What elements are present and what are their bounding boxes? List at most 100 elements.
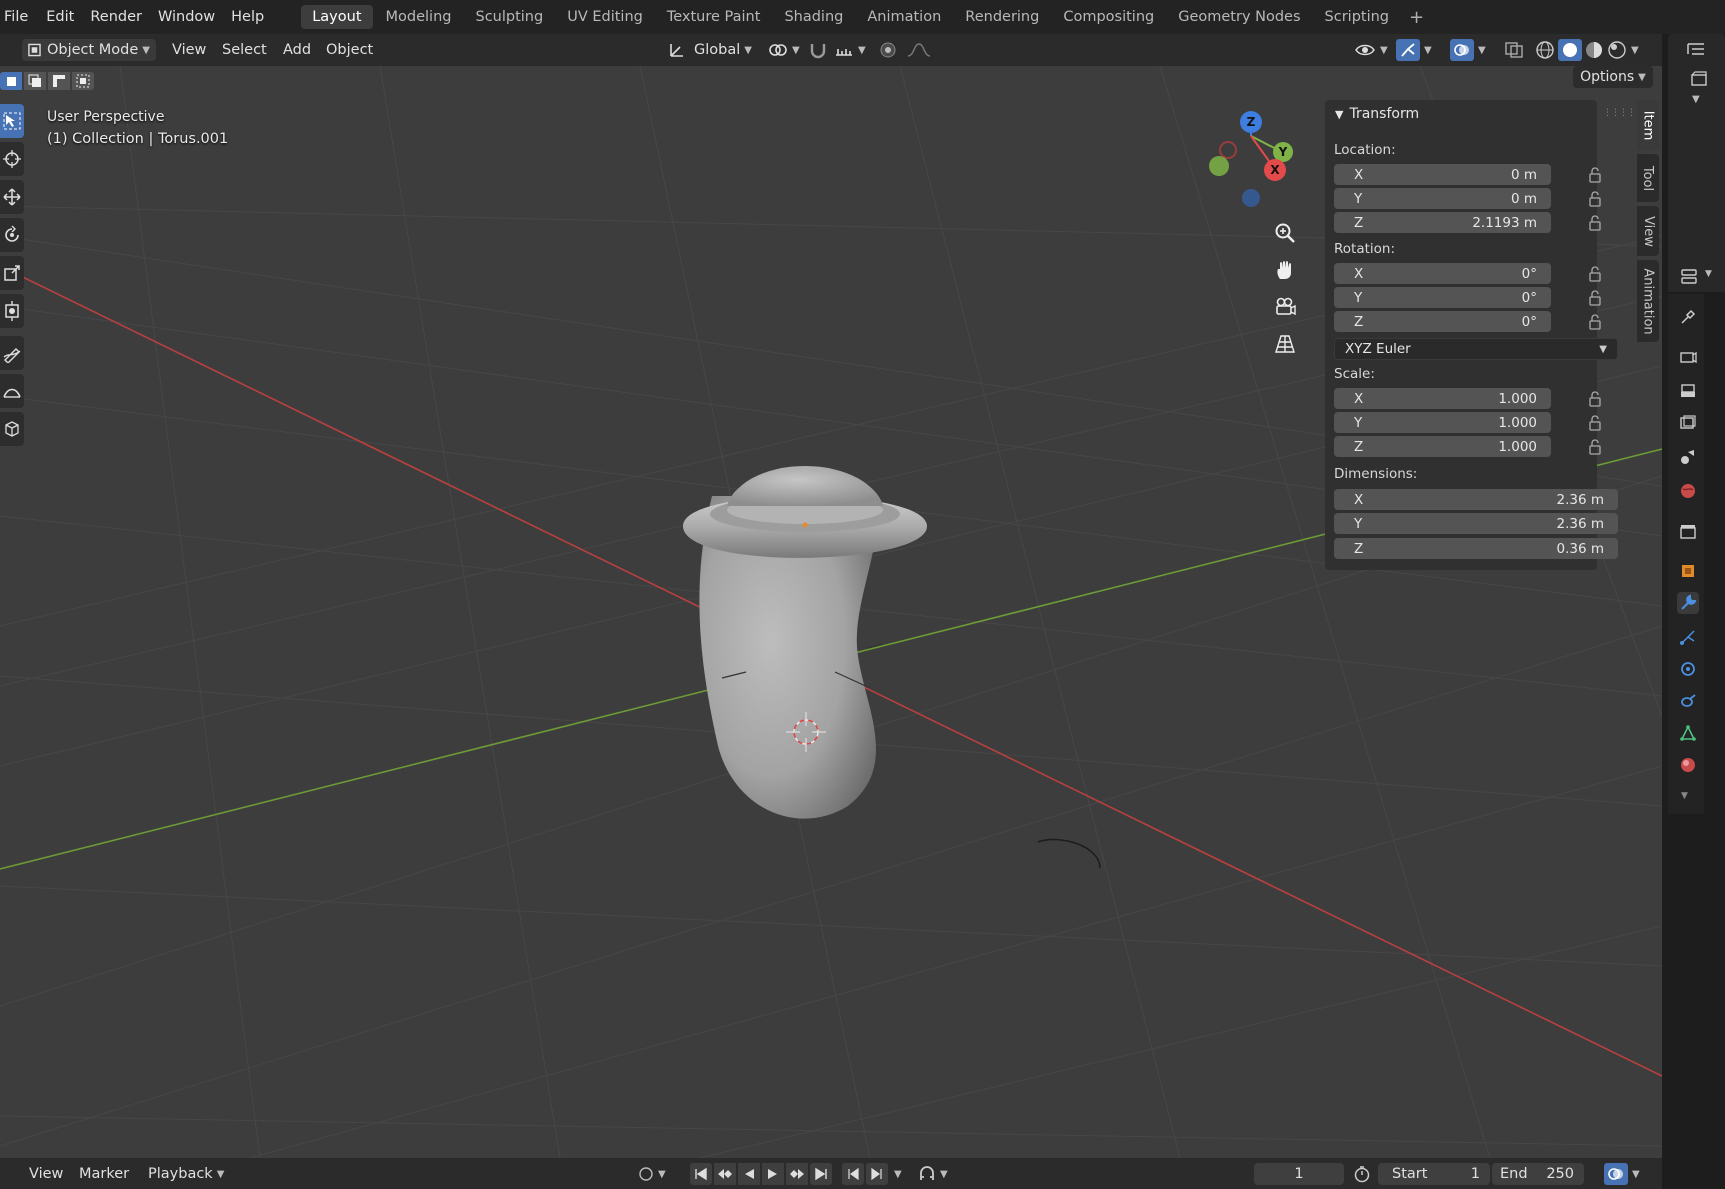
jump-to-end-icon[interactable]: [810, 1163, 832, 1185]
scene-properties-icon[interactable]: [1677, 446, 1699, 468]
world-properties-icon[interactable]: [1677, 480, 1699, 502]
lock-icon[interactable]: [1587, 214, 1603, 232]
tool-rotate[interactable]: [0, 218, 24, 252]
menu-object[interactable]: Object: [326, 39, 373, 61]
lock-icon[interactable]: [1587, 313, 1603, 331]
lock-icon[interactable]: [1587, 438, 1603, 456]
tab-geometry-nodes[interactable]: Geometry Nodes: [1167, 5, 1311, 29]
menu-render[interactable]: Render: [90, 9, 156, 25]
lock-icon[interactable]: [1587, 190, 1603, 208]
lock-icon[interactable]: [1587, 390, 1603, 408]
prev-frame-icon[interactable]: [842, 1163, 864, 1185]
tab-texture-paint[interactable]: Texture Paint: [656, 5, 772, 29]
menu-window[interactable]: Window: [158, 9, 229, 25]
play-reverse-icon[interactable]: [738, 1163, 760, 1185]
select-invert-button[interactable]: [72, 72, 94, 90]
dimensions-x-field[interactable]: X 2.36 m: [1334, 489, 1618, 510]
lock-icon[interactable]: [1587, 289, 1603, 307]
transform-header[interactable]: ▼ Transform: [1335, 106, 1419, 122]
particles-properties-icon[interactable]: [1677, 626, 1699, 648]
object-properties-icon[interactable]: [1677, 560, 1699, 582]
constraints-properties-icon[interactable]: [1677, 690, 1699, 712]
playback-dropdown[interactable]: Playback ▼: [148, 1163, 224, 1185]
tab-uv-editing[interactable]: UV Editing: [556, 5, 654, 29]
dimensions-z-field[interactable]: Z 0.36 m: [1334, 538, 1618, 559]
mode-selector[interactable]: Object Mode ▼: [22, 39, 156, 61]
outliner-editor-icon[interactable]: [1686, 40, 1706, 58]
auto-keying-toggle[interactable]: ▼: [918, 1163, 948, 1185]
tool-scale[interactable]: [0, 256, 24, 290]
tab-animation[interactable]: Animation: [856, 5, 952, 29]
jump-to-keyframe-forward-icon[interactable]: [786, 1163, 808, 1185]
tool-cursor[interactable]: [0, 142, 24, 176]
tab-modeling[interactable]: Modeling: [375, 5, 463, 29]
tab-sculpting[interactable]: Sculpting: [464, 5, 554, 29]
tab-view[interactable]: View: [1637, 206, 1659, 256]
dimensions-y-field[interactable]: Y 2.36 m: [1334, 513, 1618, 534]
scale-y-field[interactable]: Y 1.000: [1334, 412, 1551, 433]
tool-move[interactable]: [0, 180, 24, 214]
location-x-field[interactable]: X 0 m: [1334, 164, 1551, 185]
rotation-z-field[interactable]: Z 0°: [1334, 311, 1551, 332]
timeline-menu-view[interactable]: View: [29, 1163, 63, 1185]
collection-icon[interactable]: [1690, 70, 1708, 88]
material-properties-icon[interactable]: [1677, 754, 1699, 776]
snap-target-selector[interactable]: ▼: [834, 39, 866, 61]
tab-layout[interactable]: Layout: [301, 5, 373, 29]
rotation-mode-dropdown[interactable]: XYZ Euler ▼: [1334, 338, 1618, 360]
collection-properties-icon[interactable]: [1677, 520, 1699, 542]
current-frame-field[interactable]: 1: [1254, 1163, 1344, 1185]
chevron-down-icon[interactable]: ▼: [894, 1169, 902, 1180]
select-subtract-button[interactable]: [48, 72, 70, 90]
keying-toggle[interactable]: ▼: [638, 1163, 666, 1185]
perspective-toggle-button[interactable]: [1270, 329, 1300, 359]
start-frame-field[interactable]: Start 1: [1378, 1163, 1490, 1185]
panel-drag-handle-icon[interactable]: ⋮⋮⋮⋮: [1603, 108, 1636, 118]
camera-view-button[interactable]: [1270, 292, 1300, 322]
zoom-button[interactable]: [1270, 218, 1300, 248]
add-workspace-icon[interactable]: +: [1401, 7, 1432, 28]
output-properties-icon[interactable]: [1677, 380, 1699, 402]
timeline-menu-marker[interactable]: Marker: [79, 1163, 129, 1185]
next-frame-icon[interactable]: [866, 1163, 888, 1185]
preview-range-toggle[interactable]: [1353, 1163, 1371, 1185]
lock-icon[interactable]: [1587, 414, 1603, 432]
chevron-down-icon[interactable]: ▼: [1692, 94, 1700, 105]
physics-properties-icon[interactable]: [1677, 658, 1699, 680]
select-set-button[interactable]: [0, 72, 22, 90]
shading-material[interactable]: [1584, 39, 1604, 61]
menu-select[interactable]: Select: [222, 39, 267, 61]
menu-add[interactable]: Add: [283, 39, 311, 61]
scale-x-field[interactable]: X 1.000: [1334, 388, 1551, 409]
play-icon[interactable]: [762, 1163, 784, 1185]
location-y-field[interactable]: Y 0 m: [1334, 188, 1551, 209]
location-z-field[interactable]: Z 2.1193 m: [1334, 212, 1551, 233]
properties-editor-icon[interactable]: [1680, 268, 1702, 286]
modifier-properties-icon[interactable]: [1677, 592, 1699, 614]
tab-animation-sidebar[interactable]: Animation: [1637, 260, 1659, 342]
tab-item[interactable]: Item: [1637, 100, 1659, 150]
gizmo-toggle[interactable]: ▼: [1396, 39, 1432, 61]
jump-to-keyframe-back-icon[interactable]: [714, 1163, 736, 1185]
rotation-y-field[interactable]: Y 0°: [1334, 287, 1551, 308]
lock-icon[interactable]: [1587, 265, 1603, 283]
scale-z-field[interactable]: Z 1.000: [1334, 436, 1551, 457]
shading-rendered[interactable]: ▼: [1607, 39, 1639, 61]
select-extend-button[interactable]: [24, 72, 46, 90]
menu-help[interactable]: Help: [231, 9, 278, 25]
gizmo-x-axis[interactable]: X: [1264, 159, 1286, 181]
menu-edit[interactable]: Edit: [46, 9, 88, 25]
snap-toggle[interactable]: [808, 39, 828, 61]
tool-add-cube[interactable]: [0, 412, 24, 446]
tool-transform[interactable]: [0, 294, 24, 328]
shading-solid[interactable]: [1558, 39, 1582, 61]
proportional-edit-toggle[interactable]: [878, 39, 898, 61]
jump-to-start-icon[interactable]: [690, 1163, 712, 1185]
falloff-selector[interactable]: [906, 39, 932, 61]
shading-wireframe[interactable]: [1535, 39, 1555, 61]
tab-tool[interactable]: Tool: [1637, 154, 1659, 202]
xray-toggle[interactable]: [1504, 39, 1524, 61]
pan-button[interactable]: [1270, 255, 1300, 285]
menu-file[interactable]: File: [4, 9, 42, 25]
tool-settings-icon[interactable]: [1677, 306, 1699, 328]
